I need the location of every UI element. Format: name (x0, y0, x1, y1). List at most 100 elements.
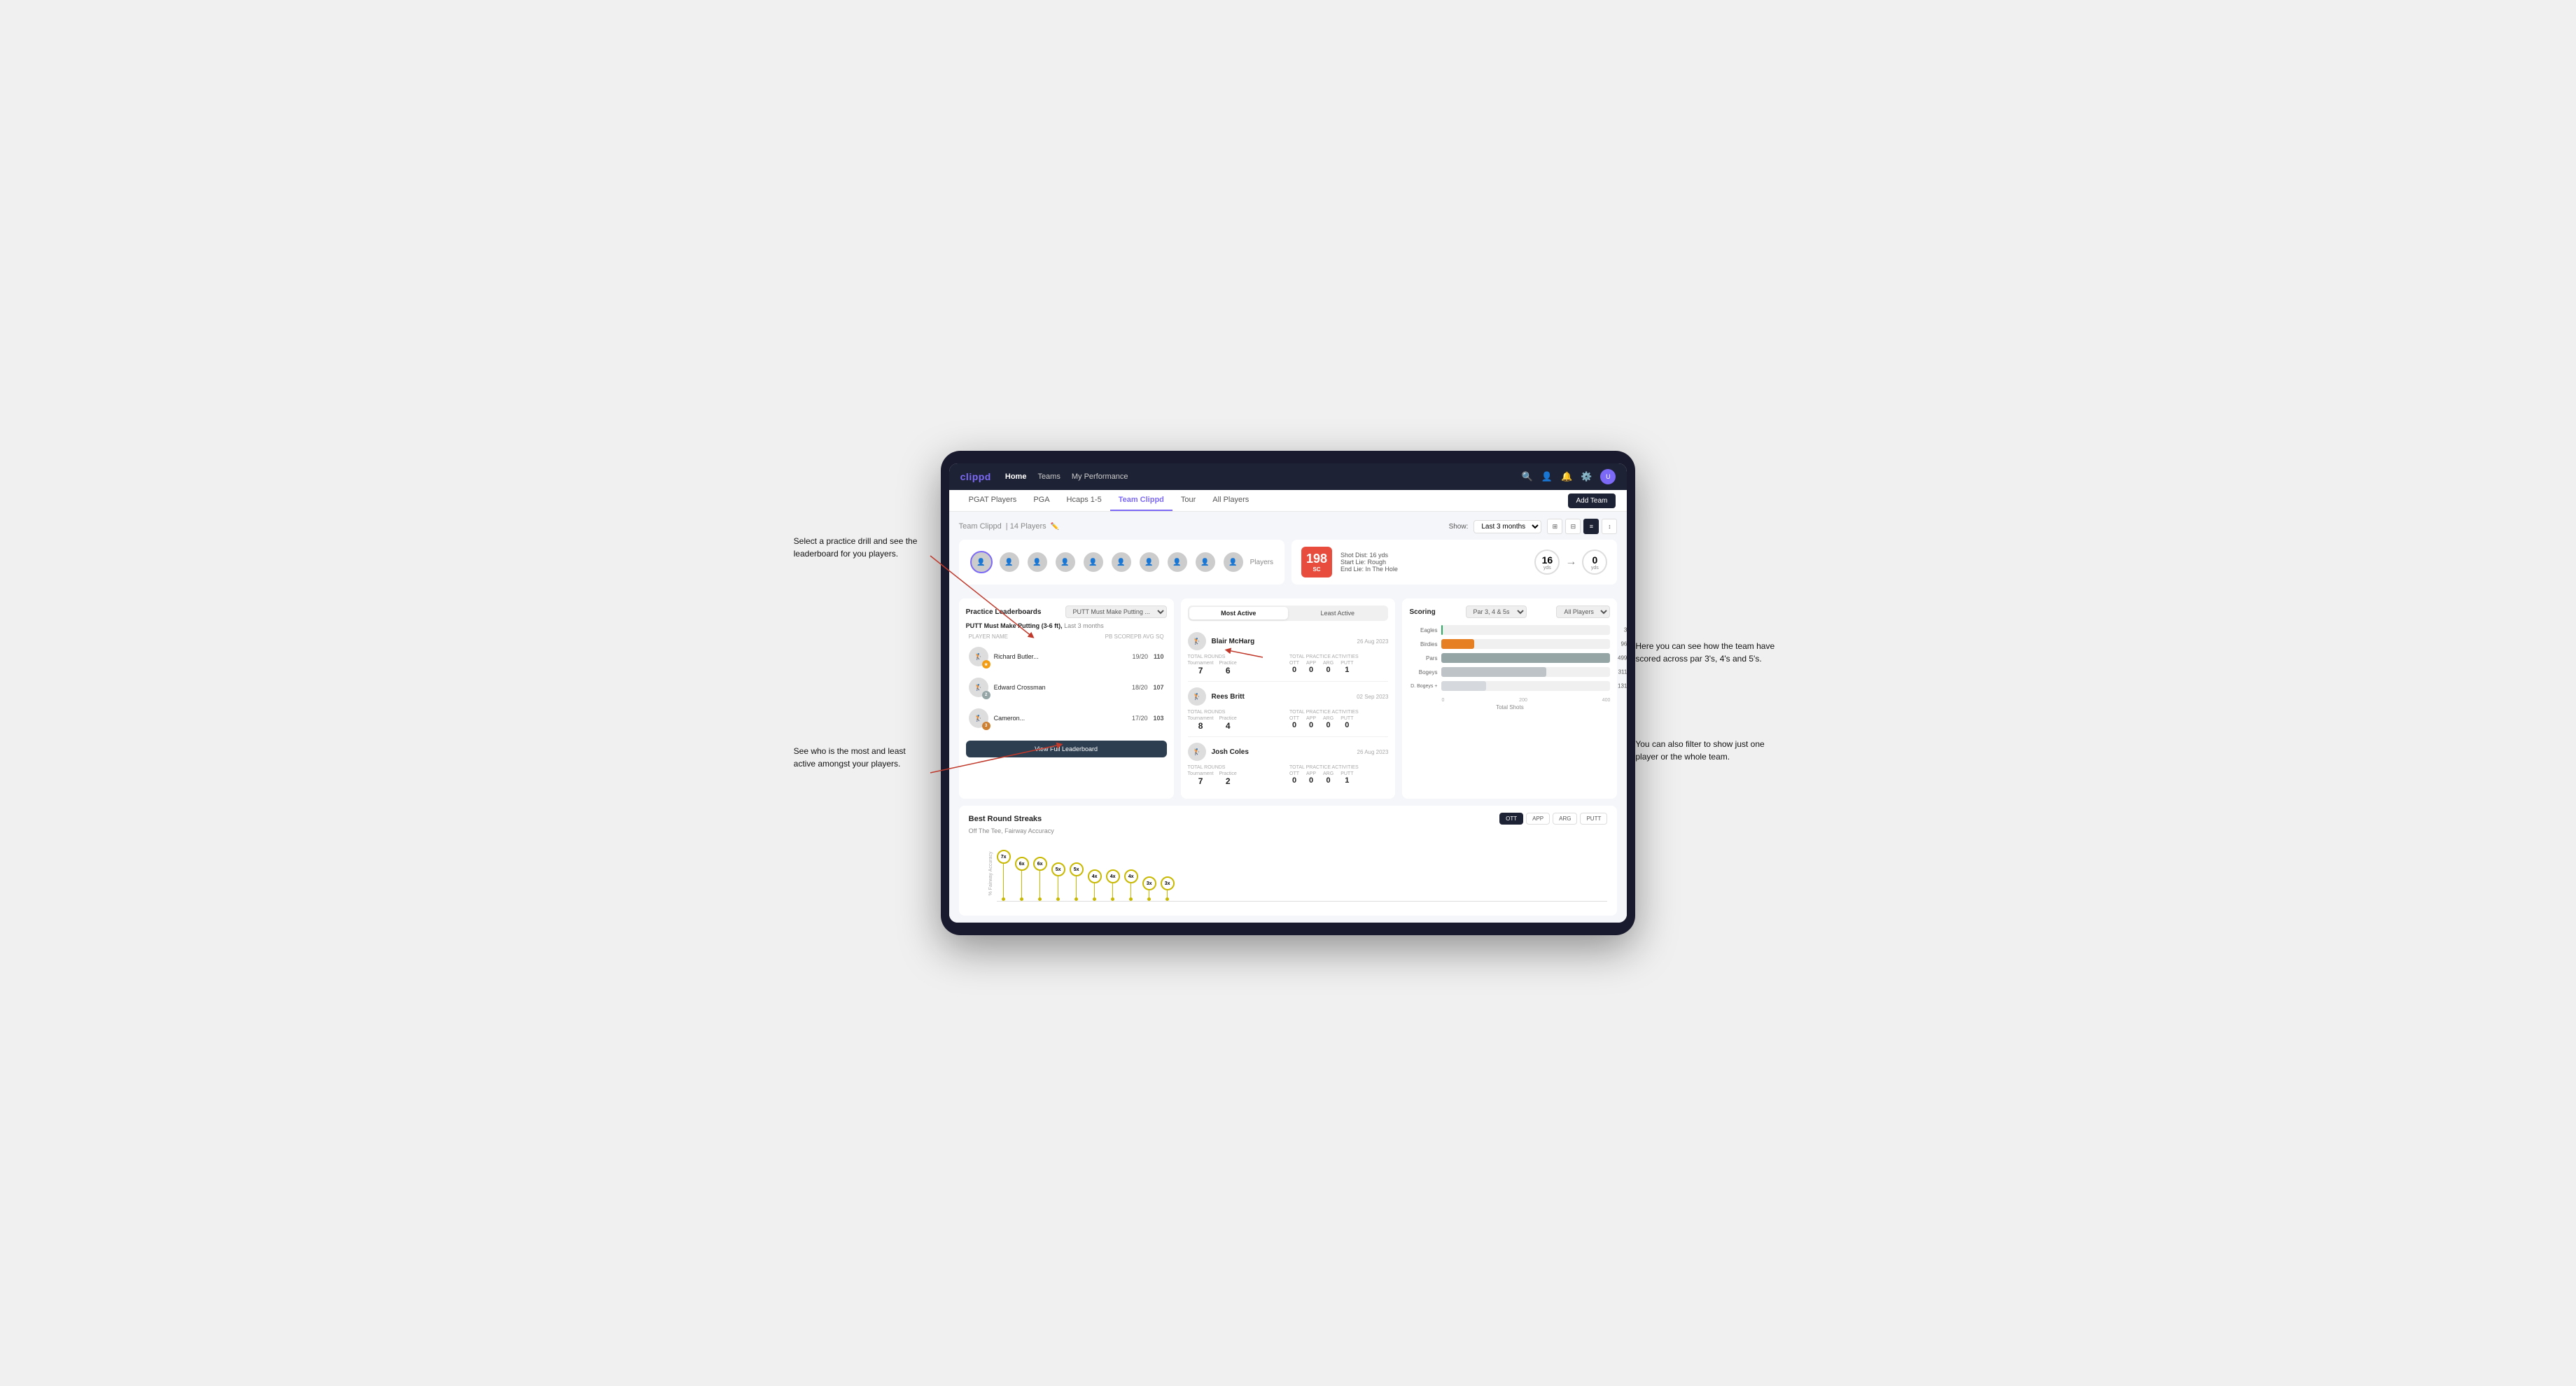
streak-bottom-6 (1093, 897, 1096, 901)
lb-row-2[interactable]: 🏌 2 Edward Crossman 18/20 107 (966, 673, 1167, 701)
bar-track-pars: 499 (1441, 653, 1610, 663)
sub-nav: PGAT Players PGA Hcaps 1-5 Team Clippd T… (949, 490, 1628, 512)
view-icons: ⊞ ⊟ ≡ ↕ (1547, 519, 1617, 534)
show-label: Show: (1449, 523, 1469, 531)
player-count: | 14 Players (1006, 522, 1046, 531)
tab-putt[interactable]: PUTT (1580, 813, 1607, 825)
streaks-subtitle: Off The Tee, Fairway Accuracy (969, 827, 1608, 834)
show-control: Show: Last 3 months Last 6 months Last y… (1449, 519, 1618, 534)
streak-dot-9: 3x (1142, 876, 1156, 890)
add-team-button[interactable]: Add Team (1568, 493, 1616, 508)
bar-row-pars: Pars 499 (1409, 653, 1610, 663)
lb-row-1[interactable]: 🏌 ★ Richard Butler... 19/20 110 (966, 643, 1167, 671)
player-avatar-2[interactable]: 👤 (998, 551, 1021, 573)
player-avatar-8[interactable]: 👤 (1166, 551, 1189, 573)
nav-home[interactable]: Home (1005, 472, 1027, 481)
lb-avatar-3: 🏌 3 (969, 708, 988, 728)
subnav-all-players[interactable]: All Players (1204, 490, 1257, 511)
pc-rounds-3: Total Rounds Tournament 7 Practice (1188, 765, 1287, 786)
nav-teams[interactable]: Teams (1037, 472, 1060, 481)
leaderboard-header: Practice Leaderboards PUTT Must Make Put… (966, 606, 1167, 618)
players-label: Players (1250, 559, 1273, 566)
subnav-tour[interactable]: Tour (1172, 490, 1204, 511)
player-avatar-10[interactable]: 👤 (1222, 551, 1245, 573)
bar-row-bogeys: Bogeys 311 (1409, 667, 1610, 677)
tablet-frame: clippd Home Teams My Performance 🔍 👤 🔔 ⚙… (941, 451, 1636, 935)
tab-least-active[interactable]: Least Active (1288, 607, 1387, 620)
subnav-pgat[interactable]: PGAT Players (960, 490, 1026, 511)
bar-fill-dbogeys (1441, 681, 1485, 691)
score-circle-2: 0 yds (1582, 550, 1607, 575)
tab-most-active[interactable]: Most Active (1189, 607, 1288, 620)
streak-group-10: 3x (1161, 850, 1175, 901)
leaderboard-title: Practice Leaderboards (966, 608, 1042, 616)
lb-row-3[interactable]: 🏌 3 Cameron... 17/20 103 (966, 704, 1167, 732)
annotation-right1: Here you can see how the team have score… (1635, 640, 1782, 665)
show-select[interactable]: Last 3 months Last 6 months Last year (1474, 520, 1541, 533)
par-filter-select[interactable]: Par 3, 4 & 5s (1466, 606, 1527, 618)
streak-dot-2: 6x (1015, 857, 1029, 871)
streaks-title: Best Round Streaks (969, 815, 1042, 823)
streaks-panel: Best Round Streaks OTT APP ARG PUTT Off … (959, 806, 1618, 916)
player-avatar-4[interactable]: 👤 (1054, 551, 1077, 573)
player-avatar-3[interactable]: 👤 (1026, 551, 1049, 573)
bar-fill-pars (1441, 653, 1609, 663)
person-icon[interactable]: 👤 (1541, 471, 1553, 482)
pc-rounds-2: Total Rounds Tournament 8 Practice (1188, 710, 1287, 731)
subnav-pga[interactable]: PGA (1025, 490, 1058, 511)
streak-bottom-9 (1147, 897, 1151, 901)
streak-dot-3: 6x (1033, 857, 1047, 871)
nav-performance[interactable]: My Performance (1072, 472, 1128, 481)
nav-avatar[interactable]: U (1600, 469, 1616, 484)
player-avatar-7[interactable]: 👤 (1138, 551, 1161, 573)
subnav-team-clippd[interactable]: Team Clippd (1110, 490, 1172, 511)
pc-stats-3: Total Rounds Tournament 7 Practice (1188, 765, 1389, 786)
view-chart-button[interactable]: ↕ (1602, 519, 1617, 534)
subnav-hcaps[interactable]: Hcaps 1-5 (1058, 490, 1110, 511)
tab-app[interactable]: APP (1526, 813, 1550, 825)
bell-icon[interactable]: 🔔 (1561, 471, 1572, 482)
lb-score-3: 17/20 (1132, 715, 1148, 722)
bronze-badge: 3 (982, 722, 990, 730)
view-full-leaderboard-button[interactable]: View Full Leaderboard (966, 741, 1167, 757)
tab-ott[interactable]: OTT (1499, 813, 1523, 825)
three-col: Practice Leaderboards PUTT Must Make Put… (959, 598, 1618, 799)
settings-icon[interactable]: ⚙️ (1581, 471, 1592, 482)
search-icon[interactable]: 🔍 (1522, 471, 1533, 482)
scoring-panel: Scoring Par 3, 4 & 5s All Players (1402, 598, 1617, 799)
bar-track-birdies: 96 (1441, 639, 1610, 649)
player-avatar-1[interactable]: 👤 (970, 551, 993, 573)
lb-avatar-2: 🏌 2 (969, 678, 988, 697)
streaks-header: Best Round Streaks OTT APP ARG PUTT (969, 813, 1608, 825)
streak-group-4: 5x (1051, 850, 1065, 901)
player-avatar-5[interactable]: 👤 (1082, 551, 1105, 573)
score-red-box: 198 SC (1301, 547, 1332, 578)
player-filter-select[interactable]: All Players (1556, 606, 1610, 618)
bar-label-dbogeys: D. Bogeys + (1409, 684, 1437, 689)
bar-label-bogeys: Bogeys (1409, 669, 1437, 676)
annotation-left2: See who is the most and least active amo… (794, 745, 927, 770)
streak-bottom-5 (1074, 897, 1078, 901)
view-grid3-button[interactable]: ⊟ (1565, 519, 1581, 534)
player-avatar-9[interactable]: 👤 (1194, 551, 1217, 573)
tab-arg[interactable]: ARG (1553, 813, 1577, 825)
pc-activities-3: Total Practice Activities OTT 0 APP (1289, 765, 1388, 786)
bar-track-dbogeys: 131 (1441, 681, 1610, 691)
player-avatar-6[interactable]: 👤 (1110, 551, 1133, 573)
streak-line-2 (1021, 871, 1022, 897)
bar-value-pars: 499 (1618, 655, 1627, 662)
view-grid2-button[interactable]: ⊞ (1547, 519, 1562, 534)
bar-label-pars: Pars (1409, 655, 1437, 662)
edit-icon[interactable]: ✏️ (1051, 523, 1059, 531)
view-list-button[interactable]: ≡ (1583, 519, 1599, 534)
streak-line-5 (1076, 876, 1077, 897)
chart-axis: 0 200 400 (1409, 695, 1610, 703)
player-card-3: 🏌 Josh Coles 26 Aug 2023 Total Rounds (1188, 737, 1389, 792)
lb-score-1: 19/20 (1132, 653, 1148, 660)
drill-select[interactable]: PUTT Must Make Putting ... (1065, 606, 1167, 618)
bar-label-birdies: Birdies (1409, 641, 1437, 648)
pc-avatar-1: 🏌 (1188, 632, 1206, 650)
pc-name-1: Blair McHarg (1212, 638, 1352, 645)
col-avg: PB AVG SQ (1134, 634, 1164, 640)
chart-label: Total Shots (1409, 704, 1610, 710)
